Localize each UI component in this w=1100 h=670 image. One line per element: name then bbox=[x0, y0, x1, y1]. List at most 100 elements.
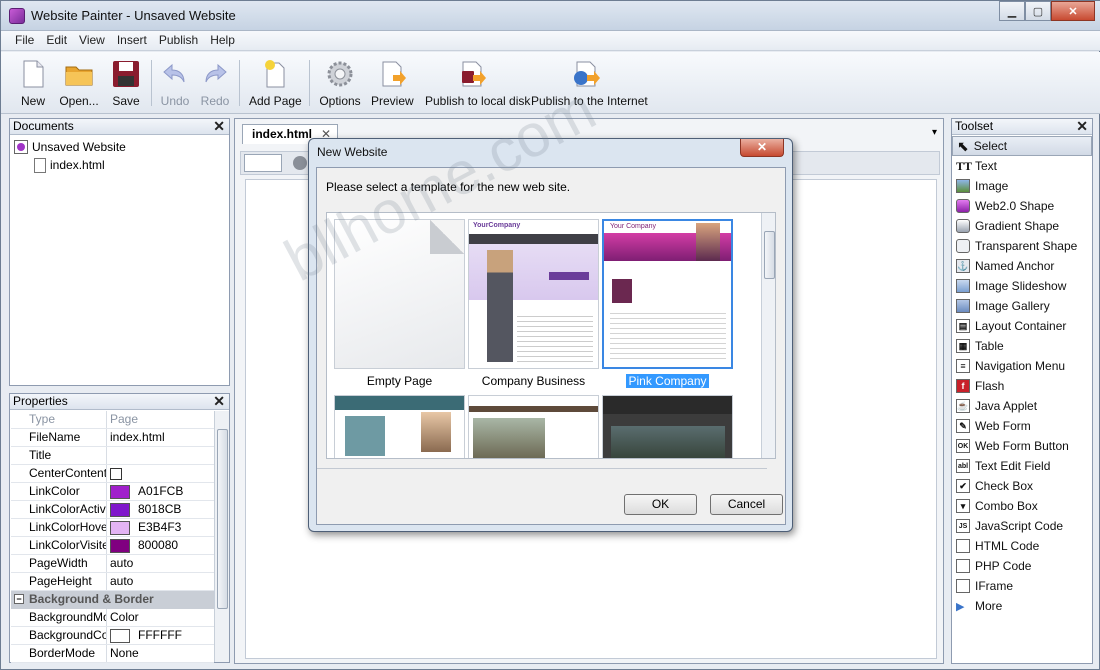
tool-table[interactable]: ▦ Table bbox=[952, 336, 1092, 356]
tree-item-website[interactable]: Unsaved Website bbox=[14, 138, 225, 156]
maximize-button[interactable]: ▢ bbox=[1025, 1, 1051, 21]
color-swatch[interactable] bbox=[110, 484, 130, 499]
property-row[interactable]: BackgroundColor FFFFFF bbox=[11, 627, 214, 645]
undo-button[interactable]: Undo bbox=[159, 56, 191, 110]
properties-scrollbar[interactable] bbox=[214, 411, 229, 662]
tree-item-page[interactable]: index.html bbox=[14, 156, 225, 174]
template-teal[interactable] bbox=[334, 395, 465, 458]
tool-web20-shape[interactable]: Web2.0 Shape bbox=[952, 196, 1092, 216]
ok-button[interactable]: OK bbox=[624, 494, 697, 515]
save-button[interactable]: Save bbox=[109, 56, 143, 110]
menu-edit[interactable]: Edit bbox=[40, 31, 73, 50]
center-content-checkbox[interactable] bbox=[110, 467, 122, 480]
template-caption: Pink Company bbox=[602, 374, 733, 388]
menu-file[interactable]: File bbox=[9, 31, 40, 50]
template-company-business[interactable]: YourCompany Company Business bbox=[468, 219, 599, 388]
tool-transparent-shape[interactable]: Transparent Shape bbox=[952, 236, 1092, 256]
tool-label: Java Applet bbox=[975, 399, 1038, 413]
font-select[interactable] bbox=[244, 154, 282, 172]
property-row[interactable]: LinkColorActive 8018CB bbox=[11, 501, 214, 519]
color-swatch[interactable] bbox=[110, 538, 130, 553]
menu-publish[interactable]: Publish bbox=[153, 31, 204, 50]
tool-iframe[interactable]: IFrame bbox=[952, 576, 1092, 596]
property-row[interactable]: CenterContent bbox=[11, 465, 214, 483]
tool-javascript-code[interactable]: JS JavaScript Code bbox=[952, 516, 1092, 536]
checkbox-icon: ✔ bbox=[956, 479, 970, 493]
add-page-button[interactable]: Add Page bbox=[249, 56, 302, 110]
tool-text[interactable]: TT Text bbox=[952, 156, 1092, 176]
tool-gradient-shape[interactable]: Gradient Shape bbox=[952, 216, 1092, 236]
close-properties-icon[interactable]: ✕ bbox=[213, 393, 225, 410]
property-row[interactable]: LinkColorVisited 800080 bbox=[11, 537, 214, 555]
template-dark[interactable] bbox=[602, 395, 733, 458]
property-row[interactable]: BorderMode None bbox=[11, 645, 214, 663]
color-swatch[interactable] bbox=[110, 502, 130, 517]
template-pink-company[interactable]: Your Company Pink Company bbox=[602, 219, 733, 388]
preview-button[interactable]: Preview bbox=[371, 56, 414, 110]
property-row[interactable]: Title bbox=[11, 447, 214, 465]
close-window-button[interactable]: ✕ bbox=[1051, 1, 1095, 21]
minimize-button[interactable]: ▁ bbox=[999, 1, 1025, 21]
redo-button[interactable]: Redo bbox=[199, 56, 231, 110]
tool-more[interactable]: ▶ More bbox=[952, 596, 1092, 616]
tool-image-gallery[interactable]: Image Gallery bbox=[952, 296, 1092, 316]
property-row[interactable]: PageHeight auto bbox=[11, 573, 214, 591]
text-icon: TT bbox=[956, 158, 973, 173]
menu-view[interactable]: View bbox=[73, 31, 111, 50]
property-header-row: Type Page bbox=[11, 411, 214, 429]
property-row[interactable]: LinkColor A01FCB bbox=[11, 483, 214, 501]
scroll-thumb[interactable] bbox=[217, 429, 228, 609]
template-empty-page[interactable]: Empty Page bbox=[334, 219, 465, 388]
publish-local-button[interactable]: Publish to local disk bbox=[425, 56, 530, 110]
open-button[interactable]: Open... bbox=[57, 56, 101, 110]
toolset-header: Toolset ✕ bbox=[952, 118, 1092, 135]
color-swatch[interactable] bbox=[110, 520, 130, 535]
tool-image-slideshow[interactable]: Image Slideshow bbox=[952, 276, 1092, 296]
property-row[interactable]: PageWidth auto bbox=[11, 555, 214, 573]
tool-java-applet[interactable]: ☕ Java Applet bbox=[952, 396, 1092, 416]
cancel-button[interactable]: Cancel bbox=[710, 494, 783, 515]
tool-named-anchor[interactable]: ⚓ Named Anchor bbox=[952, 256, 1092, 276]
property-row[interactable]: LinkColorHover E3B4F3 bbox=[11, 519, 214, 537]
tool-check-box[interactable]: ✔ Check Box bbox=[952, 476, 1092, 496]
folder-icon bbox=[65, 66, 93, 86]
color-picker-icon[interactable] bbox=[293, 156, 307, 170]
property-row[interactable]: FileName index.html bbox=[11, 429, 214, 447]
tool-web-form[interactable]: ✎ Web Form bbox=[952, 416, 1092, 436]
collapse-icon[interactable]: − bbox=[14, 594, 24, 604]
preview-label: Preview bbox=[371, 94, 414, 108]
toolset-panel: Toolset ✕ ⬉ Select TT Text Image Web2.0 Sh… bbox=[951, 118, 1093, 664]
tab-menu-icon[interactable]: ▾ bbox=[932, 127, 937, 138]
publish-internet-label: Publish to the Internet bbox=[531, 94, 648, 108]
new-button[interactable]: New bbox=[15, 56, 51, 110]
options-button[interactable]: Options bbox=[319, 56, 361, 110]
add-page-label: Add Page bbox=[249, 94, 302, 108]
tool-label: Web2.0 Shape bbox=[975, 199, 1055, 213]
menu-help[interactable]: Help bbox=[204, 31, 241, 50]
tool-navigation-menu[interactable]: ≡ Navigation Menu bbox=[952, 356, 1092, 376]
tool-html-code[interactable]: HTML Code bbox=[952, 536, 1092, 556]
tool-web-form-button[interactable]: OK Web Form Button bbox=[952, 436, 1092, 456]
scroll-thumb[interactable] bbox=[764, 231, 775, 279]
template-nature[interactable] bbox=[468, 395, 599, 458]
publish-internet-button[interactable]: Publish to the Internet bbox=[531, 56, 648, 110]
close-toolset-icon[interactable]: ✕ bbox=[1076, 118, 1088, 135]
property-group-background[interactable]: − Background & Border bbox=[11, 591, 214, 609]
property-name: LinkColorActive bbox=[11, 501, 107, 518]
color-swatch[interactable] bbox=[110, 628, 130, 643]
tool-select[interactable]: ⬉ Select bbox=[952, 136, 1092, 156]
tool-text-edit-field[interactable]: abl Text Edit Field bbox=[952, 456, 1092, 476]
navigation-menu-icon: ≡ bbox=[956, 359, 970, 373]
tool-image[interactable]: Image bbox=[952, 176, 1092, 196]
tool-label: Web Form bbox=[975, 419, 1031, 433]
close-documents-icon[interactable]: ✕ bbox=[213, 118, 225, 135]
tool-layout-container[interactable]: ▤ Layout Container bbox=[952, 316, 1092, 336]
tool-php-code[interactable]: PHP Code bbox=[952, 556, 1092, 576]
tool-combo-box[interactable]: ▾ Combo Box bbox=[952, 496, 1092, 516]
menu-insert[interactable]: Insert bbox=[111, 31, 153, 50]
gallery-scrollbar[interactable] bbox=[761, 213, 775, 458]
dialog-close-button[interactable]: ✕ bbox=[740, 139, 784, 157]
window-controls: ▁ ▢ ✕ bbox=[999, 1, 1095, 21]
property-row[interactable]: BackgroundMode Color bbox=[11, 609, 214, 627]
tool-flash[interactable]: f Flash bbox=[952, 376, 1092, 396]
